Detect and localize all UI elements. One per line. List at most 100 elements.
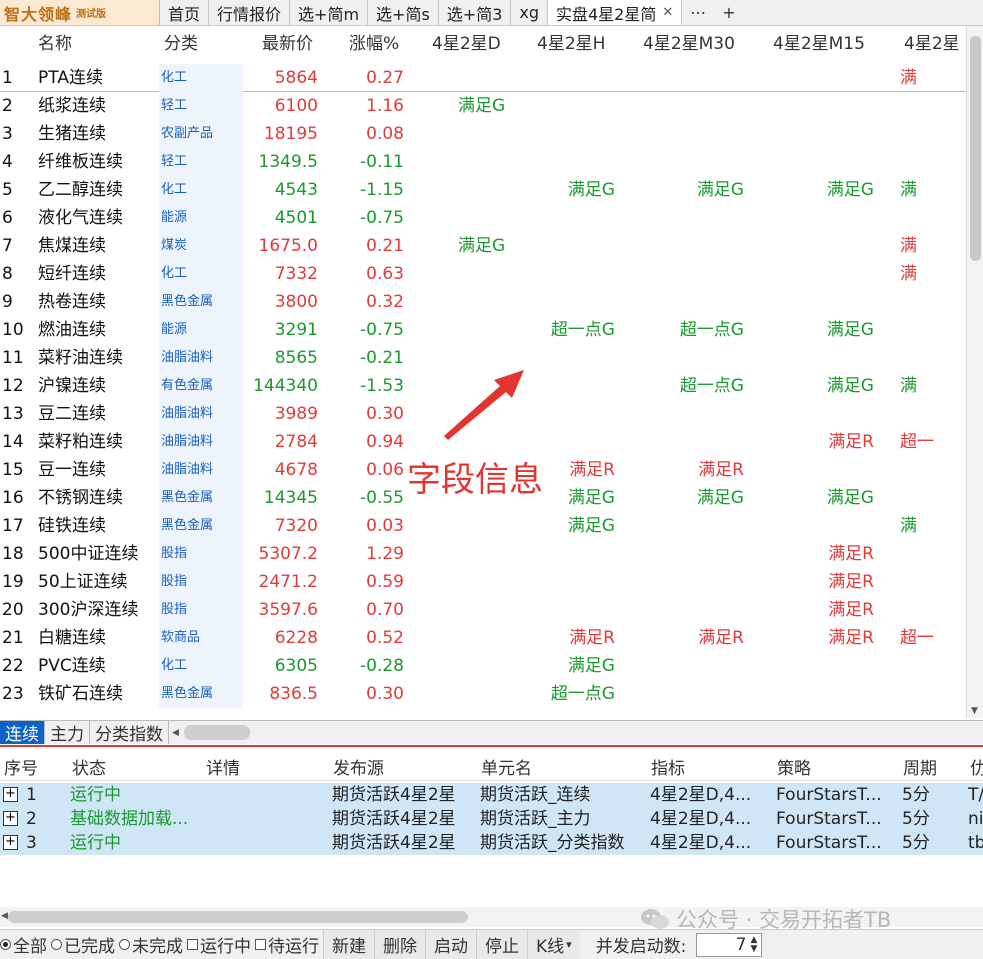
tab-live-4star[interactable]: 实盘4星2星简 ✕ bbox=[548, 0, 683, 25]
filter-all[interactable]: 全部 bbox=[0, 932, 47, 957]
sheet-tab-index[interactable]: 分类指数 bbox=[90, 721, 169, 745]
table-row[interactable]: 18 500中证连续 股指 5307.2 1.29 满足R bbox=[0, 540, 966, 568]
scroll-left-icon[interactable]: ◀ bbox=[1, 911, 8, 921]
filter-label: 未完成 bbox=[132, 937, 183, 957]
signal-d bbox=[432, 148, 512, 176]
change-percent: 0.21 bbox=[366, 236, 404, 256]
task-unit: 期货活跃_连续 bbox=[480, 785, 591, 805]
radio-icon bbox=[119, 939, 130, 950]
table-row[interactable]: 9 热卷连续 黑色金属 3800 0.32 bbox=[0, 288, 966, 316]
concurrency-stepper[interactable]: 7 ▲ ▼ bbox=[696, 932, 763, 957]
filter-pending[interactable]: 待运行 bbox=[255, 932, 319, 957]
tab-select-m[interactable]: 选+简m bbox=[290, 0, 369, 25]
instrument-category: 股指 bbox=[159, 596, 243, 624]
sheet-horizontal-scrollbar[interactable] bbox=[182, 721, 262, 744]
stepper-arrows-icon[interactable]: ▲ ▼ bbox=[751, 935, 758, 954]
new-button[interactable]: 新建 bbox=[323, 929, 374, 959]
table-row[interactable]: 5 乙二醇连续 化工 4543 -1.15 满足G 满足G 满足G 满 bbox=[0, 176, 966, 204]
filter-label: 待运行 bbox=[268, 937, 319, 957]
scroll-down-icon[interactable]: ▼ bbox=[971, 706, 978, 716]
signal-d bbox=[432, 652, 512, 680]
table-row[interactable]: 21 白糖连续 软商品 6228 0.52 满足R 满足R 满足R 超一 bbox=[0, 624, 966, 652]
row-index: 2 bbox=[2, 96, 13, 116]
header-4star-m30[interactable]: 4星2星M30 bbox=[643, 30, 747, 58]
task-header-seq[interactable]: 序号 bbox=[4, 754, 38, 779]
kline-dropdown[interactable]: K线 bbox=[527, 929, 580, 959]
task-header-strategy[interactable]: 策略 bbox=[777, 754, 811, 779]
table-row[interactable]: 7 焦煤连续 煤炭 1675.0 0.21 满足G 满 bbox=[0, 232, 966, 260]
task-header-status[interactable]: 状态 bbox=[72, 754, 106, 779]
filter-completed[interactable]: 已完成 bbox=[51, 932, 115, 957]
expand-icon[interactable]: + bbox=[3, 835, 18, 850]
instrument-category: 化工 bbox=[159, 176, 243, 204]
header-name[interactable]: 名称 bbox=[38, 30, 158, 58]
signal-m15 bbox=[770, 148, 874, 176]
scroll-left-icon[interactable]: ◀ bbox=[169, 721, 182, 744]
tab-select-s[interactable]: 选+简s bbox=[368, 0, 439, 25]
task-header-period[interactable]: 周期 bbox=[903, 754, 937, 779]
table-row[interactable]: 22 PVC连续 化工 6305 -0.28 满足G bbox=[0, 652, 966, 680]
table-row[interactable]: 10 燃油连续 能源 3291 -0.75 超一点G 超一点G 满足G bbox=[0, 316, 966, 344]
tab-home[interactable]: 首页 bbox=[160, 0, 210, 25]
table-row[interactable]: 4 纤维板连续 轻工 1349.5 -0.11 bbox=[0, 148, 966, 176]
task-row[interactable]: +2 基础数据加载... 期货活跃4星2星 期货活跃_主力 4星2星D,4... Four… bbox=[0, 807, 983, 831]
filter-incomplete[interactable]: 未完成 bbox=[119, 932, 183, 957]
scroll-thumb[interactable] bbox=[183, 725, 250, 740]
row-index: 7 bbox=[2, 236, 13, 256]
task-strategy: FourStarsT... bbox=[776, 809, 882, 829]
signal-more bbox=[900, 204, 966, 232]
header-4star-h[interactable]: 4星2星H bbox=[537, 30, 637, 58]
close-icon[interactable]: ✕ bbox=[662, 5, 673, 20]
grid-vertical-scrollbar[interactable]: ▼ bbox=[966, 26, 983, 718]
task-header-indicator[interactable]: 指标 bbox=[651, 754, 685, 779]
instrument-category: 油脂油料 bbox=[159, 344, 243, 372]
add-tab-icon[interactable]: + bbox=[714, 0, 743, 25]
last-price: 1349.5 bbox=[258, 152, 318, 172]
more-tabs-icon[interactable]: ⋯ bbox=[682, 0, 714, 25]
instrument-name: 液化气连续 bbox=[38, 208, 123, 228]
header-category[interactable]: 分类 bbox=[162, 30, 246, 58]
table-row[interactable]: 6 液化气连续 能源 4501 -0.75 bbox=[0, 204, 966, 232]
expand-icon[interactable]: + bbox=[3, 811, 18, 826]
instrument-category: 软商品 bbox=[159, 624, 243, 652]
header-price[interactable]: 最新价 bbox=[262, 30, 340, 58]
task-publisher: 期货活跃4星2星 bbox=[332, 809, 456, 829]
last-price: 18195 bbox=[263, 124, 318, 144]
table-row[interactable]: 20 300沪深连续 股指 3597.6 0.70 满足R bbox=[0, 596, 966, 624]
scroll-thumb[interactable] bbox=[8, 911, 468, 923]
header-change[interactable]: 涨幅% bbox=[349, 30, 429, 58]
signal-d bbox=[432, 120, 512, 148]
header-4star-more[interactable]: 4星2星 bbox=[904, 30, 966, 58]
task-status: 基础数据加载... bbox=[70, 809, 189, 829]
task-header-publisher[interactable]: 发布源 bbox=[333, 754, 384, 779]
task-header-unit[interactable]: 单元名 bbox=[481, 754, 532, 779]
task-header-detail[interactable]: 详情 bbox=[206, 754, 240, 779]
tab-quotes[interactable]: 行情报价 bbox=[209, 0, 291, 25]
expand-icon[interactable]: + bbox=[3, 787, 18, 802]
table-row[interactable]: 17 硅铁连续 黑色金属 7320 0.03 满足G 满 bbox=[0, 512, 966, 540]
sheet-tab-continuous[interactable]: 连续 bbox=[0, 721, 45, 745]
task-row[interactable]: +1 运行中 期货活跃4星2星 期货活跃_连续 4星2星D,4... FourStarsT… bbox=[0, 783, 983, 807]
header-4star-d[interactable]: 4星2星D bbox=[432, 30, 512, 58]
tab-xg[interactable]: xg bbox=[511, 0, 548, 25]
task-extra: T/ bbox=[968, 785, 983, 805]
sheet-tab-main[interactable]: 主力 bbox=[45, 721, 90, 745]
filter-running[interactable]: 运行中 bbox=[187, 932, 251, 957]
table-row[interactable]: 8 短纤连续 化工 7332 0.63 满 bbox=[0, 260, 966, 288]
header-4star-m15[interactable]: 4星2星M15 bbox=[773, 30, 877, 58]
table-row[interactable]: 1 PTA连续 化工 5864 0.27 满 bbox=[0, 64, 966, 92]
concurrency-value[interactable]: 7 bbox=[736, 935, 747, 955]
tab-select-3[interactable]: 选+简3 bbox=[439, 0, 512, 25]
instrument-name: 短纤连续 bbox=[38, 264, 106, 284]
start-button[interactable]: 启动 bbox=[425, 929, 476, 959]
signal-m30 bbox=[640, 344, 744, 372]
table-row[interactable]: 2 纸浆连续 轻工 6100 1.16 满足G bbox=[0, 92, 966, 120]
table-row[interactable]: 19 50上证连续 股指 2471.2 0.59 满足R bbox=[0, 568, 966, 596]
table-row[interactable]: 3 生猪连续 农副产品 18195 0.08 bbox=[0, 120, 966, 148]
scroll-thumb[interactable] bbox=[970, 36, 981, 261]
delete-button[interactable]: 删除 bbox=[374, 929, 425, 959]
stop-button[interactable]: 停止 bbox=[476, 929, 527, 959]
task-header-extra[interactable]: 仂 bbox=[970, 754, 983, 779]
task-row[interactable]: +3 运行中 期货活跃4星2星 期货活跃_分类指数 4星2星D,4... FourStar… bbox=[0, 831, 983, 855]
table-row[interactable]: 23 铁矿石连续 黑色金属 836.5 0.30 超一点G bbox=[0, 680, 966, 708]
